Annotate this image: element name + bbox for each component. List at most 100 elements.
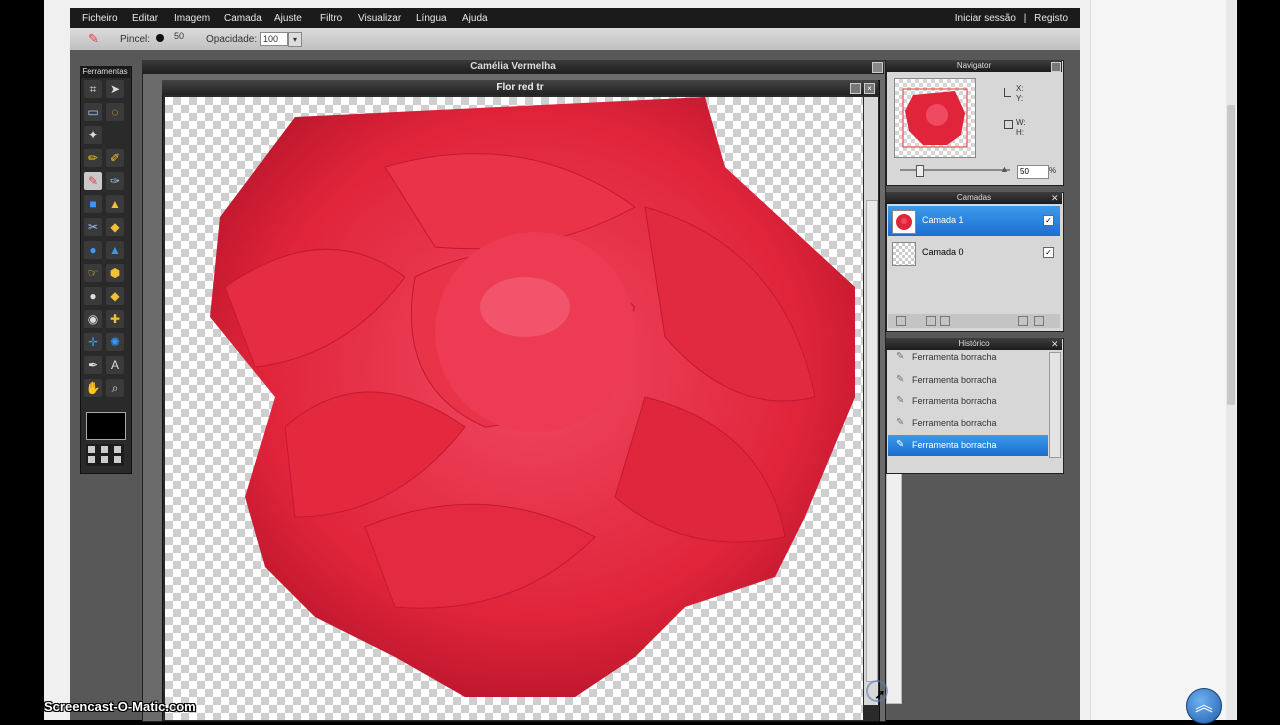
letterbox-right [1236, 0, 1280, 720]
pinch-tool-icon[interactable]: ✺ [106, 333, 124, 351]
replace-color-tool-icon[interactable]: ✑ [106, 172, 124, 190]
layer-mask-icon[interactable] [926, 316, 936, 326]
history-item-label: Ferramenta borracha [912, 375, 997, 385]
history-item[interactable]: ✎ Ferramenta borracha [888, 350, 1048, 364]
login-link[interactable]: Iniciar sessão [955, 13, 1016, 24]
navigator-menu-icon[interactable] [1051, 62, 1061, 72]
history-item-label: Ferramenta borracha [912, 396, 997, 406]
image-window-title: Camélia Vermelha [142, 60, 884, 74]
fullscreen-icon[interactable] [114, 456, 121, 463]
register-link[interactable]: Registo [1034, 13, 1068, 24]
history-item-selected[interactable]: ✎ Ferramenta borracha [888, 435, 1048, 456]
bloat-tool-icon[interactable]: ✛ [84, 333, 102, 351]
sharpen-tool-icon[interactable]: ▲ [106, 241, 124, 259]
layer-styles-icon[interactable] [940, 316, 950, 326]
layer-visibility-checkbox[interactable]: ✓ [1043, 215, 1054, 226]
swap-colors-icon[interactable] [88, 446, 95, 453]
opacity-input[interactable]: 100 [260, 32, 288, 46]
zoom-in-icon[interactable]: ▲ [1000, 164, 1009, 174]
eraser-tool-icon: ✎ [88, 31, 99, 46]
image-canvas[interactable] [165, 97, 863, 720]
brush-size[interactable]: 50 [174, 31, 184, 41]
color-picker-icon[interactable] [114, 446, 121, 453]
eyedropper-tool-icon[interactable]: ✒ [84, 356, 102, 374]
burn-tool-icon[interactable]: ◆ [106, 287, 124, 305]
menu-file[interactable]: Ficheiro [82, 13, 118, 24]
move-tool-icon[interactable]: ➤ [106, 80, 124, 98]
text-tool-icon[interactable]: A [106, 356, 124, 374]
layer-name: Camada 0 [922, 247, 964, 257]
layers-title: Camadas [886, 192, 1062, 204]
menu-filter[interactable]: Filtro [320, 13, 342, 24]
history-item[interactable]: ✎ Ferramenta borracha [888, 413, 1048, 434]
auth-links: Iniciar sessão | Registo [955, 13, 1068, 24]
layer-1-thumbnail-flower [896, 214, 912, 230]
menu-view[interactable]: Visualizar [358, 13, 401, 24]
bucket-tool-icon[interactable]: ▲ [106, 195, 124, 213]
smudge-tool-icon[interactable]: ☞ [84, 264, 102, 282]
eraser-tool-icon[interactable]: ✎ [84, 172, 102, 190]
history-item-label: Ferramenta borracha [912, 352, 997, 362]
foreground-color-swatch[interactable] [86, 412, 126, 440]
sponge-tool-icon[interactable]: ⬢ [106, 264, 124, 282]
clone-tool-icon[interactable]: ✂ [84, 218, 102, 236]
new-layer-icon[interactable] [1018, 316, 1028, 326]
scroll-to-top-button[interactable]: ︽ [1186, 688, 1222, 724]
zoom-tool-icon[interactable]: ⌕ [106, 379, 124, 397]
navigator-h-label: H: [1016, 128, 1024, 137]
layer-visibility-checkbox[interactable]: ✓ [1043, 247, 1054, 258]
redeye-tool-icon[interactable]: ◉ [84, 310, 102, 328]
history-item[interactable]: ✎ Ferramenta borracha [888, 370, 1048, 391]
default-colors-icon[interactable] [101, 446, 108, 453]
delete-layer-icon[interactable] [1034, 316, 1044, 326]
dodge-tool-icon[interactable]: ● [84, 287, 102, 305]
color-replace-tool-icon[interactable]: ◆ [106, 218, 124, 236]
crop-tool-icon[interactable]: ⌗ [84, 80, 102, 98]
layer-row-camada-0[interactable]: Camada 0 ✓ [888, 238, 1060, 268]
eraser-history-icon: ✎ [896, 374, 905, 385]
history-close-icon[interactable]: ✕ [1051, 340, 1059, 349]
browser-scrollbar-thumb[interactable] [1227, 105, 1235, 405]
brush-tool-icon[interactable]: ✐ [106, 149, 124, 167]
menu-edit[interactable]: Editar [132, 13, 158, 24]
document-scrollbar-thumb[interactable] [866, 200, 878, 682]
layer-thumbnail [892, 242, 916, 266]
menu-image[interactable]: Imagem [174, 13, 210, 24]
pencil-tool-icon[interactable]: ✏ [84, 149, 102, 167]
brush-preview-icon[interactable] [156, 34, 164, 42]
layers-close-icon[interactable]: ✕ [1051, 194, 1059, 203]
document-close-icon[interactable]: × [864, 83, 875, 94]
zoom-input[interactable]: 50 [1017, 165, 1049, 179]
spot-heal-tool-icon[interactable]: ✚ [106, 310, 124, 328]
eraser-history-icon: ✎ [896, 439, 905, 450]
mask-mode-icon[interactable] [88, 456, 95, 463]
document-title: Flor red tr [162, 80, 878, 95]
history-scrollbar[interactable] [1049, 352, 1061, 458]
menu-adjust[interactable]: Ajuste [274, 13, 302, 24]
image-window-maximize-icon[interactable] [872, 62, 883, 73]
menu-language[interactable]: Língua [416, 13, 447, 24]
zoom-unit: % [1049, 166, 1057, 175]
navigator-x-label: X: [1016, 84, 1024, 93]
history-title: Histórico [886, 338, 1062, 350]
navigator-flower-preview [902, 88, 968, 148]
hand-tool-icon[interactable]: ✋ [84, 379, 102, 397]
marquee-tool-icon[interactable]: ▭ [84, 103, 102, 121]
blur-tool-icon[interactable]: ● [84, 241, 102, 259]
wand-tool-icon[interactable]: ✦ [84, 126, 102, 144]
screen-mode-icon[interactable] [101, 456, 108, 463]
workspace-scrollbar[interactable] [886, 472, 902, 704]
history-item[interactable]: ✎ Ferramenta borracha [888, 391, 1048, 412]
layer-settings-icon[interactable] [896, 316, 906, 326]
lasso-tool-icon[interactable]: ◌ [106, 103, 124, 121]
gradient-tool-icon[interactable]: ■ [84, 195, 102, 213]
opacity-dropdown-icon[interactable]: ▾ [288, 32, 302, 47]
layer-thumbnail [892, 210, 916, 234]
menu-layer[interactable]: Camada [224, 13, 262, 24]
layer-row-camada-1[interactable]: Camada 1 ✓ [888, 206, 1060, 236]
document-maximize-icon[interactable] [850, 83, 861, 94]
zoom-slider-handle[interactable] [916, 165, 924, 177]
navigator-thumbnail[interactable] [894, 78, 976, 158]
layers-footer-toolbar [888, 314, 1060, 328]
menu-help[interactable]: Ajuda [462, 13, 488, 24]
